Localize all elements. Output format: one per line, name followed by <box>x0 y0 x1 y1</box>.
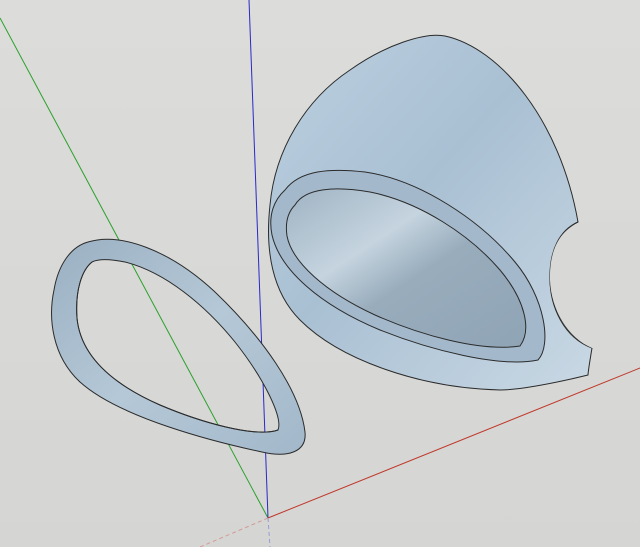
red-axis-dashed <box>199 517 269 547</box>
blue-axis-dashed <box>267 517 271 547</box>
helmet-shell[interactable] <box>268 34 640 391</box>
3d-viewport[interactable] <box>0 0 640 547</box>
red-axis <box>267 367 640 519</box>
visor-ring-body[interactable] <box>51 238 306 455</box>
scene-canvas[interactable] <box>0 0 640 547</box>
visor-ring[interactable] <box>51 238 306 455</box>
